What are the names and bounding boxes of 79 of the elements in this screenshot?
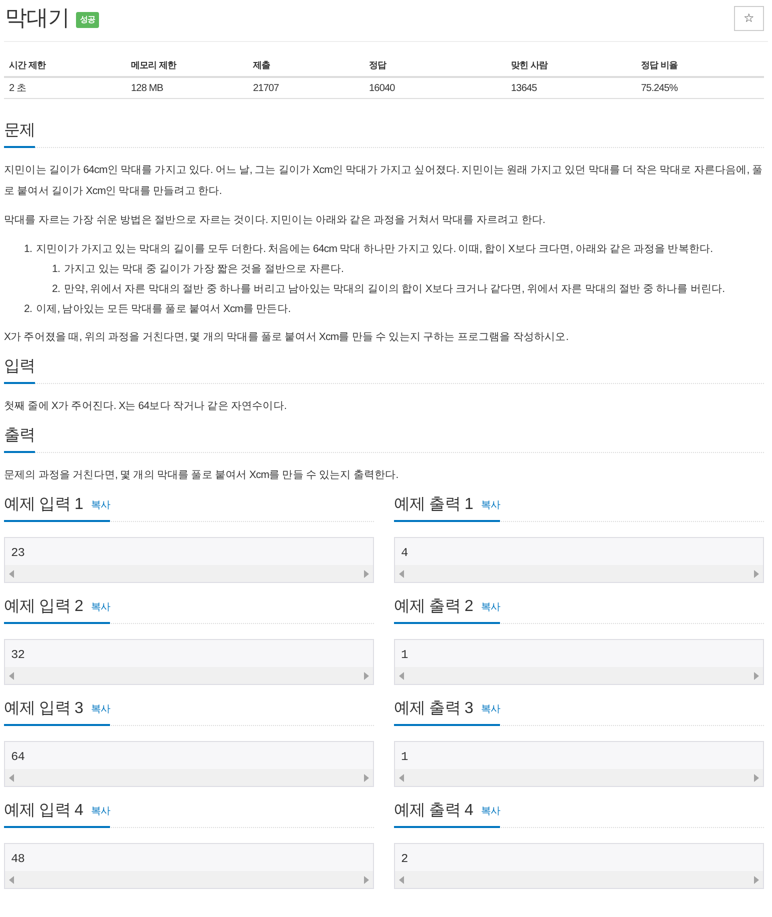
column-header: 시간 제한 bbox=[8, 59, 47, 72]
table-cell-text: 128 MB bbox=[130, 82, 164, 96]
copy-link[interactable]: 복사 bbox=[481, 804, 500, 819]
scroll-right-icon[interactable] bbox=[364, 672, 369, 680]
table-cell-text: 16040 bbox=[368, 82, 396, 96]
paragraph: 문제의 과정을 거친다면, 몇 개의 막대를 풀로 붙여서 Xcm를 만들 수 있는지 출력한다. bbox=[4, 468, 400, 483]
scroll-left-icon[interactable] bbox=[9, 570, 14, 578]
list-number: 1. bbox=[23, 242, 32, 257]
section-heading: 예제 입력 2 bbox=[4, 597, 83, 617]
list-item-text: 지민이가 가지고 있는 막대의 길이를 모두 더한다. 처음에는 64cm 막대 하나만 가지고 있다. 이때, 합이 X보다 크다면, 아래와 같은 과정을 반복한다. bbox=[36, 242, 713, 257]
section-heading: 예제 입력 1 bbox=[4, 495, 83, 515]
section-heading: 예제 입력 3 bbox=[4, 699, 83, 719]
scroll-left-icon[interactable] bbox=[9, 876, 14, 884]
paragraph: X가 주어졌을 때, 위의 과정을 거친다면, 몇 개의 막대를 풀로 붙여서 Xcm를 만들 수 있는지 구하는 프로그램을 작성하시오. bbox=[4, 330, 570, 345]
copy-link[interactable]: 복사 bbox=[91, 702, 110, 717]
column-header: 맞힌 사람 bbox=[510, 59, 549, 72]
scroll-right-icon[interactable] bbox=[364, 774, 369, 782]
column-header: 정답 비율 bbox=[640, 59, 679, 72]
sample-text: 1 bbox=[400, 647, 409, 664]
sample-text: 23 bbox=[10, 545, 26, 562]
horizontal-scrollbar[interactable] bbox=[5, 871, 373, 888]
scroll-right-icon[interactable] bbox=[754, 774, 759, 782]
copy-link[interactable]: 복사 bbox=[91, 498, 110, 513]
horizontal-scrollbar[interactable] bbox=[5, 667, 373, 684]
table-cell-text: 13645 bbox=[510, 82, 538, 96]
scroll-left-icon[interactable] bbox=[9, 774, 14, 782]
horizontal-scrollbar[interactable] bbox=[5, 769, 373, 786]
scroll-right-icon[interactable] bbox=[364, 876, 369, 884]
section-heading: 예제 출력 3 bbox=[394, 699, 473, 719]
paragraph: 첫째 줄에 X가 주어진다. X는 64보다 작거나 같은 자연수이다. bbox=[4, 399, 288, 414]
scroll-right-icon[interactable] bbox=[364, 570, 369, 578]
sample-text: 4 bbox=[400, 545, 409, 562]
table-cell-text: 2 초 bbox=[8, 82, 28, 96]
section-heading: 출력 bbox=[4, 426, 36, 446]
scroll-left-icon[interactable] bbox=[399, 876, 404, 884]
section-heading: 예제 출력 4 bbox=[394, 801, 473, 821]
copy-link[interactable]: 복사 bbox=[91, 600, 110, 615]
list-number: 2. bbox=[51, 282, 60, 297]
star-button[interactable]: ☆ bbox=[734, 6, 764, 30]
column-header: 정답 bbox=[368, 59, 388, 72]
paragraph: 막대를 자르는 가장 쉬운 방법은 절반으로 자르는 것이다. 지민이는 아래와 같은 과정을 거쳐서 막대를 자르려고 한다. bbox=[4, 213, 546, 228]
copy-link[interactable]: 복사 bbox=[481, 702, 500, 717]
section-heading: 입력 bbox=[4, 357, 36, 377]
sample-text: 48 bbox=[10, 851, 26, 868]
section-heading: 예제 출력 2 bbox=[394, 597, 473, 617]
section-heading: 예제 입력 4 bbox=[4, 801, 83, 821]
copy-link[interactable]: 복사 bbox=[91, 804, 110, 819]
list-number: 2. bbox=[23, 302, 32, 317]
column-header: 메모리 제한 bbox=[130, 59, 178, 72]
status-badge: 성공 bbox=[76, 12, 100, 28]
list-number: 1. bbox=[51, 262, 60, 277]
scroll-right-icon[interactable] bbox=[754, 672, 759, 680]
copy-link[interactable]: 복사 bbox=[481, 498, 500, 513]
paragraph: 지민이는 길이가 64cm인 막대를 가지고 있다. 어느 날, 그는 길이가 Xcm인 막대가 가지고 싶어졌다. 지민이는 원래 가지고 있던 막대를 더 작은 막대로 자른다음에, 풀로 붙여서 길이가 Xcm인 막대를 만들려고 한다. bbox=[4, 163, 764, 199]
scroll-right-icon[interactable] bbox=[754, 876, 759, 884]
scroll-left-icon[interactable] bbox=[9, 672, 14, 680]
horizontal-scrollbar[interactable] bbox=[395, 871, 763, 888]
list-item-text: 가지고 있는 막대 중 길이가 가장 짧은 것을 절반으로 자른다. bbox=[64, 262, 344, 277]
problem-title: 막대기 bbox=[5, 4, 70, 32]
sample-text: 2 bbox=[400, 851, 409, 868]
section-heading: 문제 bbox=[4, 121, 36, 141]
list-item-text: 만약, 위에서 자른 막대의 절반 중 하나를 버리고 남아있는 막대의 길이의 합이 X보다 크거나 같다면, 위에서 자른 막대의 절반 중 하나를 버린다. bbox=[64, 282, 725, 297]
copy-link[interactable]: 복사 bbox=[481, 600, 500, 615]
column-header: 제출 bbox=[252, 59, 272, 72]
scroll-right-icon[interactable] bbox=[754, 570, 759, 578]
table-cell-text: 21707 bbox=[252, 82, 280, 96]
scroll-left-icon[interactable] bbox=[399, 570, 404, 578]
section-heading: 예제 출력 1 bbox=[394, 495, 473, 515]
scroll-left-icon[interactable] bbox=[399, 774, 404, 782]
scroll-left-icon[interactable] bbox=[399, 672, 404, 680]
horizontal-scrollbar[interactable] bbox=[395, 565, 763, 582]
horizontal-scrollbar[interactable] bbox=[395, 769, 763, 786]
table-cell-text: 75.245% bbox=[640, 82, 679, 96]
sample-text: 32 bbox=[10, 647, 26, 664]
sample-text: 64 bbox=[10, 749, 26, 766]
list-item-text: 이제, 남아있는 모든 막대를 풀로 붙여서 Xcm를 만든다. bbox=[36, 302, 290, 317]
horizontal-scrollbar[interactable] bbox=[395, 667, 763, 684]
sample-text: 1 bbox=[400, 749, 409, 766]
horizontal-scrollbar[interactable] bbox=[5, 565, 373, 582]
